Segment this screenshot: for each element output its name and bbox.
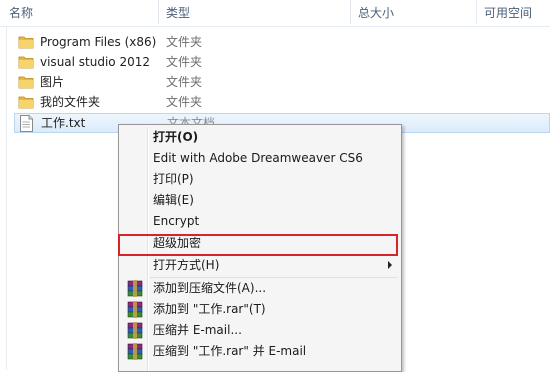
menu-item-add-to-archive[interactable]: 添加到压缩文件(A)...: [122, 278, 398, 299]
file-type: 文件夹: [166, 35, 203, 49]
file-name: Program Files (x86): [40, 35, 157, 49]
file-name: visual studio 2012: [40, 55, 151, 69]
file-name: 我的文件夹: [40, 95, 101, 109]
menu-item-open[interactable]: 打开(O): [122, 127, 398, 148]
list-item[interactable]: visual studio 2012 文件夹: [14, 52, 550, 72]
column-header-type[interactable]: 类型: [166, 4, 190, 22]
column-header-free-space[interactable]: 可用空间: [484, 4, 532, 22]
menu-item-label: Edit with Adobe Dreamweaver CS6: [153, 151, 363, 165]
menu-item-label: 打印(P): [153, 172, 194, 186]
column-divider[interactable]: [350, 0, 351, 24]
menu-item-label: 压缩并 E-mail...: [153, 323, 242, 337]
menu-item-label: 添加到 "工作.rar"(T): [153, 302, 266, 316]
menu-item-compress-email[interactable]: 压缩并 E-mail...: [122, 320, 398, 341]
menu-item-label: 添加到压缩文件(A)...: [153, 281, 267, 295]
menu-item-print[interactable]: 打印(P): [122, 169, 398, 190]
submenu-arrow-icon: [388, 261, 392, 269]
folder-icon: [18, 56, 34, 69]
menu-item-add-to-rar[interactable]: 添加到 "工作.rar"(T): [122, 299, 398, 320]
winrar-icon: [127, 280, 143, 297]
menu-item-edit[interactable]: 编辑(E): [122, 190, 398, 211]
menu-item-label: 压缩到 "工作.rar" 并 E-mail: [153, 344, 307, 358]
winrar-icon: [127, 343, 143, 360]
file-type: 文件夹: [166, 95, 203, 109]
file-explorer: 名称 类型 总大小 可用空间 Program Files (x86) 文件夹 v…: [0, 0, 550, 372]
winrar-icon: [127, 301, 143, 318]
column-divider[interactable]: [476, 0, 477, 24]
menu-item-encrypt[interactable]: Encrypt: [122, 211, 398, 232]
folder-icon: [18, 76, 34, 89]
menu-item-label: 打开方式(H): [153, 258, 220, 272]
winrar-icon: [127, 322, 143, 339]
menu-item-open-with[interactable]: 打开方式(H): [122, 255, 398, 276]
folder-icon: [18, 96, 34, 109]
list-item[interactable]: 图片 文件夹: [14, 72, 550, 92]
pane-divider: [6, 26, 7, 370]
file-type: 文件夹: [166, 75, 203, 89]
menu-item-label: 编辑(E): [153, 193, 194, 207]
menu-item-label: Encrypt: [153, 214, 200, 228]
annotation-highlight-box: [118, 234, 398, 256]
column-header-bar: 名称 类型 总大小 可用空间: [0, 0, 550, 27]
file-name: 工作.txt: [41, 116, 86, 130]
column-header-total-size[interactable]: 总大小: [358, 4, 394, 22]
folder-icon: [18, 36, 34, 49]
file-type: 文件夹: [166, 55, 203, 69]
menu-item-label: 打开(O): [153, 130, 199, 144]
text-file-icon: [20, 115, 33, 132]
column-header-name[interactable]: 名称: [9, 4, 33, 22]
menu-item-compress-rar-email[interactable]: 压缩到 "工作.rar" 并 E-mail: [122, 341, 398, 362]
list-item[interactable]: 我的文件夹 文件夹: [14, 92, 550, 112]
menu-item-edit-dreamweaver[interactable]: Edit with Adobe Dreamweaver CS6: [122, 148, 398, 169]
column-divider[interactable]: [158, 0, 159, 24]
list-item[interactable]: Program Files (x86) 文件夹: [14, 32, 550, 52]
file-name: 图片: [40, 75, 65, 89]
